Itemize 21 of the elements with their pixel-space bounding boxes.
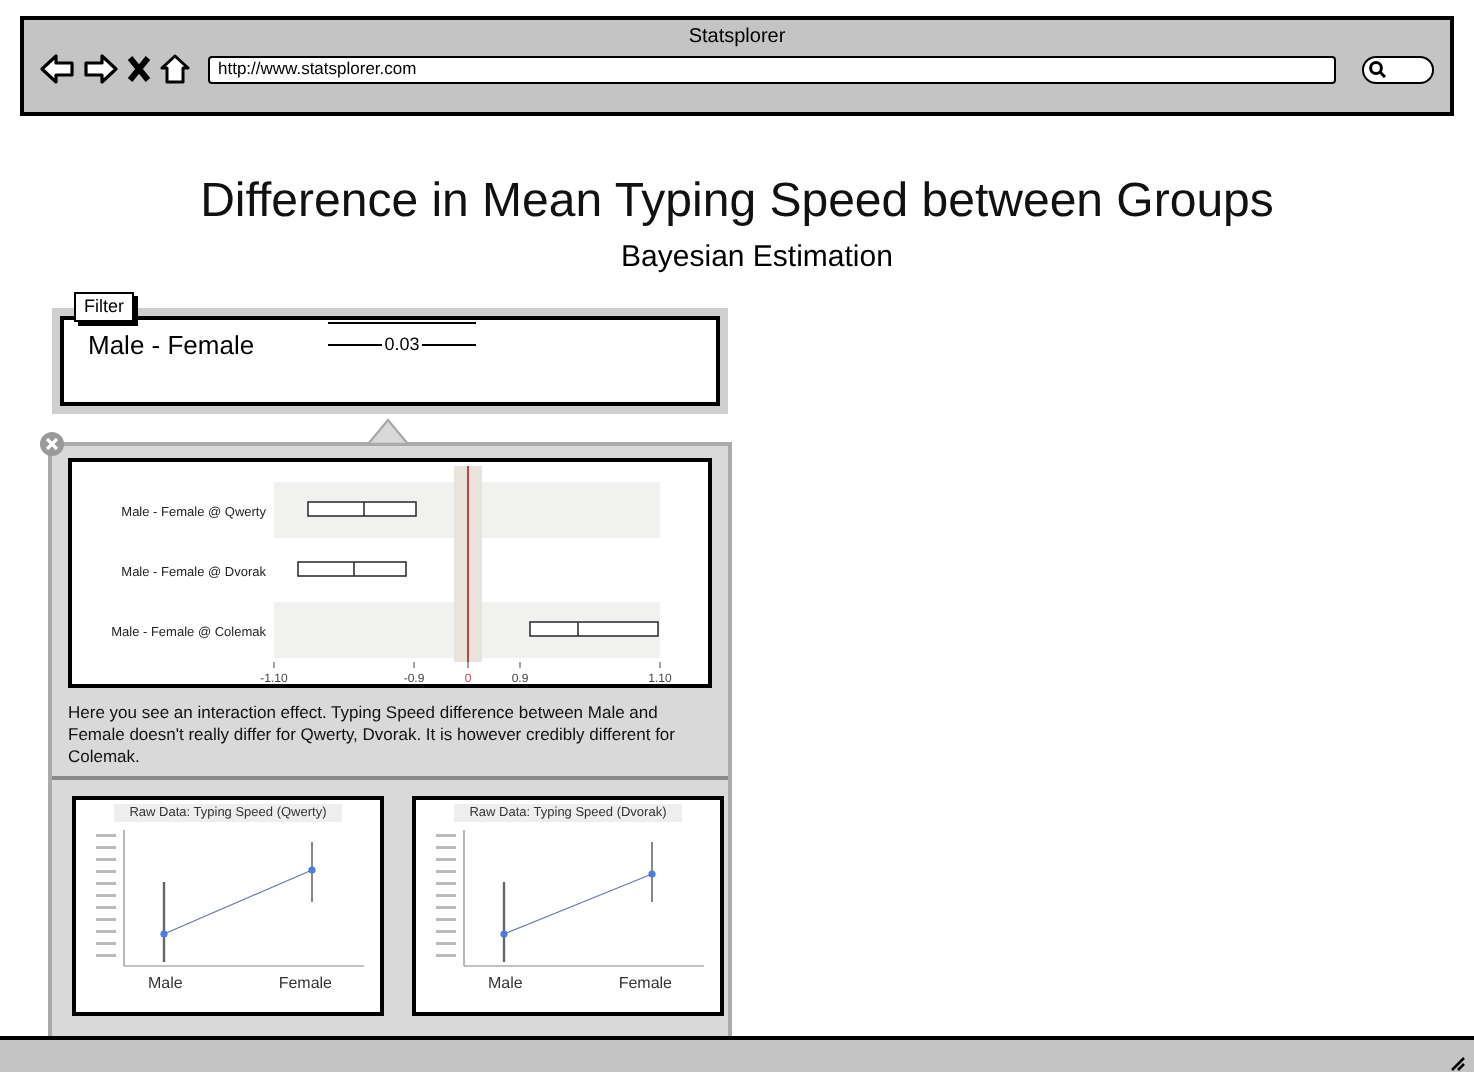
interval-box xyxy=(297,560,407,576)
group-label: Male xyxy=(147,974,183,994)
search-field[interactable] xyxy=(1362,55,1434,83)
url-field[interactable]: http://www.statsplorer.com xyxy=(208,55,1336,83)
forward-icon[interactable] xyxy=(84,54,118,84)
page-title: Difference in Mean Typing Speed between Groups xyxy=(198,174,1276,230)
group-label: Female xyxy=(278,974,332,994)
window-title: Statsplorer xyxy=(688,26,786,50)
group-label: Female xyxy=(618,974,672,994)
interval-box xyxy=(307,500,417,516)
back-icon[interactable] xyxy=(40,54,74,84)
comparison-label: Male - Female xyxy=(88,330,257,360)
home-icon[interactable] xyxy=(160,54,190,84)
estimate-interval: 0.03 xyxy=(328,334,476,354)
group-label: Male xyxy=(487,974,523,994)
description-text: Here you see an interaction effect. Typing Speed difference between Male and Female doesn't really differ for Qwerty, Dvorak. It is however credibly different for Colemak. xyxy=(68,702,677,768)
interval-box xyxy=(529,620,659,636)
search-icon xyxy=(1368,60,1386,78)
filter-button[interactable]: Filter xyxy=(74,292,134,322)
page-subtitle: Bayesian Estimation xyxy=(619,240,895,276)
close-icon[interactable] xyxy=(128,56,150,82)
